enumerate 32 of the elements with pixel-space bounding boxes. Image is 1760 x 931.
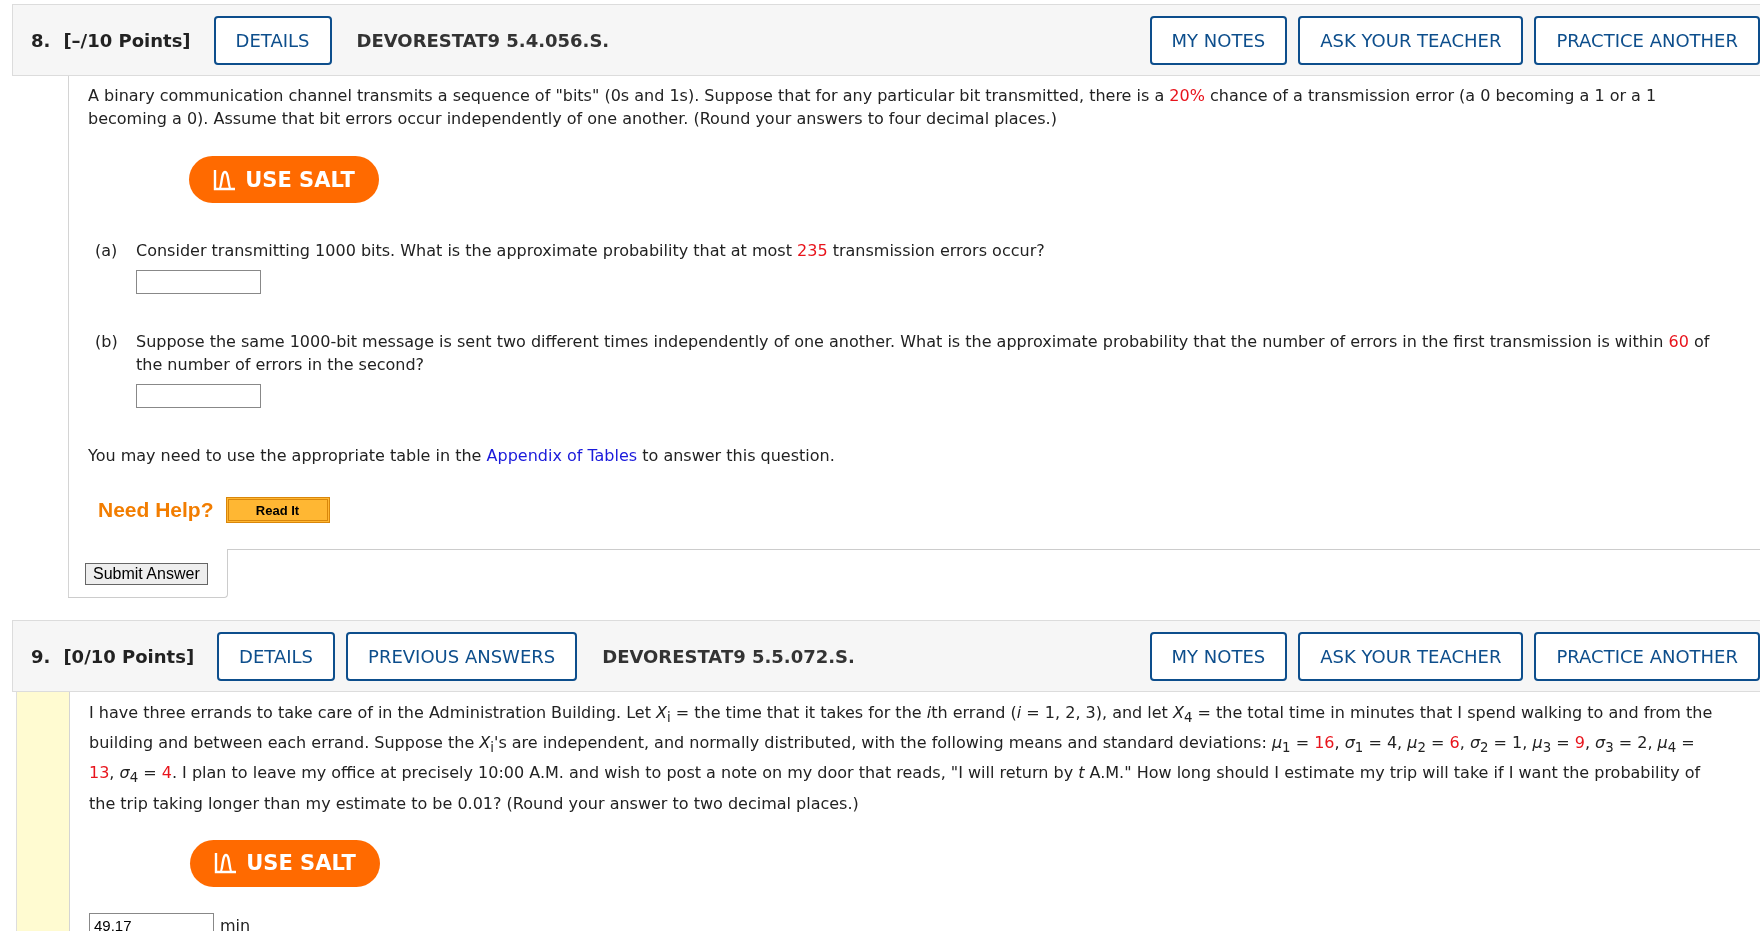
question-text: I have three errands to take care of in the Administration Building. Let X$_{i}$ = the time that it takes for the ith errand (i = 1, 2, 3), and let X$_{4}$ = the total time in minutes that I spend walking to and from the building and between each errand. Suppose the X$_{i}$'s are independent, and normally distributed, with the following means and standard deviations: μ$_{1}$ = 16, σ$_{1}$ = 4, μ$_{2}$ = 6, σ$_{2}$ = 1, μ$_{3}$ = 9, σ$_{3}$ = 2, μ$_{4}$ = 13, σ$_{4}$ = 4. I plan to leave my office at precisely 10:00 A.M. and wish to post a note on my door that reads, "I will return by t A.M." How long should I estimate my trip will take if I want the probability of the trip taking longer than my estimate to be 0.01? (Round your answer to two decimal places.) — [89, 702, 1714, 815]
header-button[interactable]: PREVIOUS ANSWERS — [346, 631, 578, 681]
action-button[interactable]: ASK YOUR TEACHER — [1298, 15, 1524, 65]
answer-field[interactable] — [136, 384, 261, 408]
header-button[interactable]: DETAILS — [213, 15, 332, 65]
submit-answer-button[interactable]: Submit Answer — [85, 563, 208, 585]
unit-label: min — [220, 915, 251, 931]
appendix-link[interactable]: Appendix of Tables — [486, 446, 638, 465]
answer-field[interactable] — [136, 270, 261, 294]
action-button[interactable]: PRACTICE ANOTHER — [1534, 631, 1760, 681]
bell-curve-icon — [213, 168, 238, 191]
answer-field[interactable]: 49.17 — [89, 912, 214, 931]
action-button[interactable]: MY NOTES — [1149, 15, 1288, 65]
question-points: [0/10 Points] — [63, 645, 195, 667]
question-text: A binary communication channel transmits a sequence of "bits" (0s and 1s). Suppose that for any particular bit transmitted, there is a 20% chance of a transmission error (a 0 becoming a 1 or a 1 becoming a 0). Assume that bit errors occur independently of one another. (Round your answers to four decimal places.) — [88, 85, 1658, 130]
action-button[interactable]: ASK YOUR TEACHER — [1298, 631, 1524, 681]
question-points: [–/10 Points] — [63, 29, 191, 51]
need-help-label: Need Help? — [98, 498, 214, 522]
question-code: DEVORESTAT9 5.4.056.S. — [356, 29, 610, 51]
action-button[interactable]: PRACTICE ANOTHER — [1534, 15, 1760, 65]
question-number: 8. — [31, 29, 51, 51]
part-question-text: Suppose the same 1000-bit message is sent two different times independently of one another. What is the approximate probability that the number of errors in the first transmission is within 60 of the number of errors in the second? — [136, 331, 1711, 376]
part-question-text: Consider transmitting 1000 bits. What is the approximate probability that at most 235 transmission errors occur? — [136, 240, 1046, 262]
question-text: You may need to use the appropriate table in the Appendix of Tables to answer this question. — [88, 445, 836, 467]
part-label: (a) — [95, 240, 119, 262]
question-number: 9. — [31, 645, 51, 667]
header-button[interactable]: DETAILS — [217, 631, 336, 681]
part-label: (b) — [95, 331, 119, 353]
bell-curve-icon — [214, 852, 239, 875]
read-it-button[interactable]: Read It — [225, 497, 330, 523]
question-code: DEVORESTAT9 5.5.072.S. — [602, 645, 855, 667]
action-button[interactable]: MY NOTES — [1149, 631, 1288, 681]
